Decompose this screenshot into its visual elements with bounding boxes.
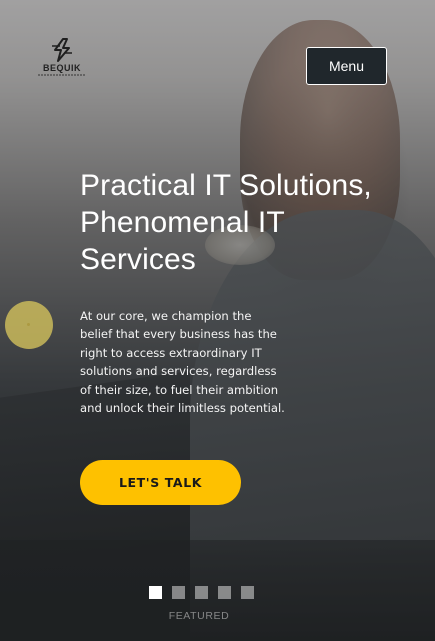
slider-pagination: [149, 586, 254, 599]
slider-dot[interactable]: [218, 586, 231, 599]
logo-tagline-mark: [38, 74, 86, 76]
brand-logo[interactable]: BEQUIK: [36, 38, 88, 82]
description-line: and unlock their limitless potential.: [80, 401, 285, 416]
headline-line: Practical IT Solutions,: [80, 169, 372, 202]
slider-dot[interactable]: [172, 586, 185, 599]
description-line: At our core, we champion the: [80, 309, 252, 323]
description-line: solutions and services, regardless: [80, 364, 277, 379]
decorative-circle: [5, 301, 53, 349]
hero-section: BEQUIK Menu Practical IT Solutions, Phen…: [0, 0, 435, 641]
slider-dot[interactable]: [241, 586, 254, 599]
hero-description: At our core, we champion the belief that…: [80, 307, 305, 417]
slider-dot[interactable]: [195, 586, 208, 599]
description-line: right to access extraordinary IT: [80, 345, 262, 360]
featured-caption: FEATURED: [168, 610, 230, 622]
description-line: belief that every business has the: [80, 327, 277, 342]
headline-line: Phenomenal IT: [80, 206, 285, 239]
headline-line: Services: [80, 243, 196, 276]
logo-wordmark: BEQUIK: [42, 63, 81, 73]
description-line: of their size, to fuel their ambition: [80, 382, 279, 397]
bequik-logo-icon: [52, 38, 72, 62]
menu-button[interactable]: Menu: [306, 47, 387, 85]
hero-headline: Practical IT Solutions, Phenomenal IT Se…: [80, 167, 425, 278]
lets-talk-button[interactable]: LET'S TALK: [80, 460, 241, 505]
slider-dot[interactable]: [149, 586, 162, 599]
